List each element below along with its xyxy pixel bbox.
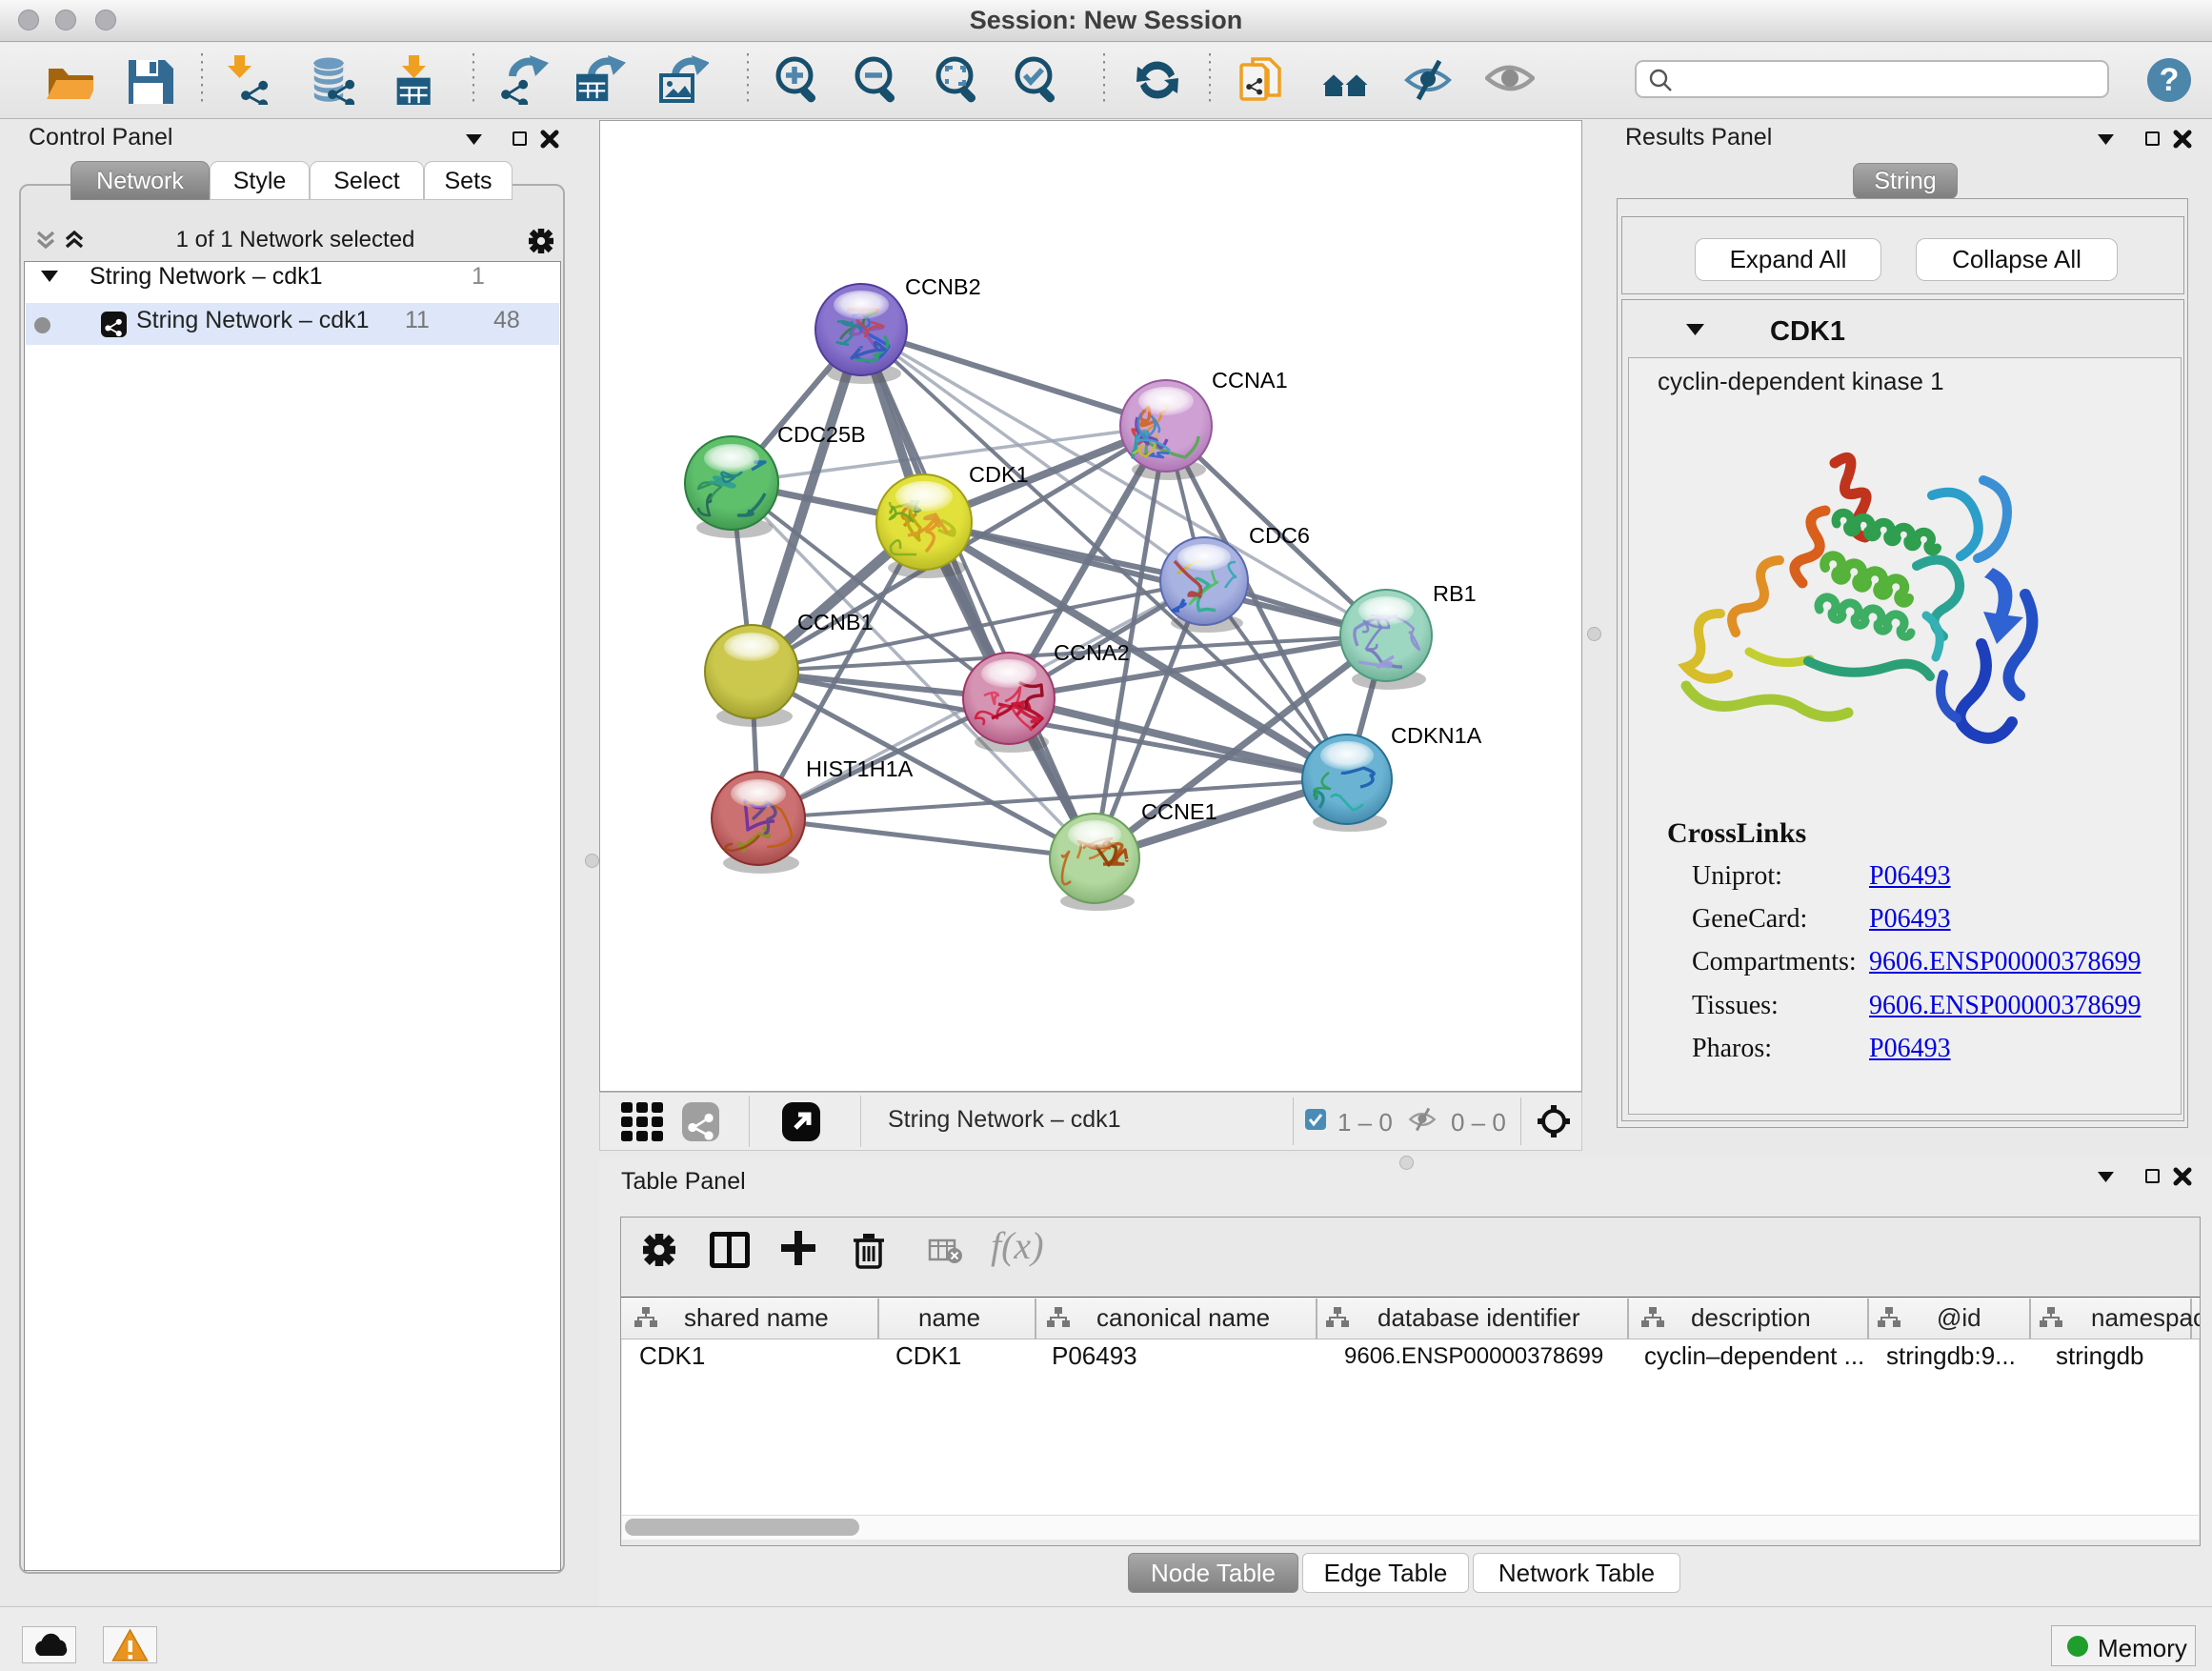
svg-text:CCNA1: CCNA1: [1212, 368, 1288, 393]
svg-text:CDKN1A: CDKN1A: [1391, 723, 1482, 748]
svg-text:HIST1H1A: HIST1H1A: [806, 756, 914, 781]
svg-text:CCNB2: CCNB2: [905, 274, 981, 299]
svg-text:CCNE1: CCNE1: [1141, 799, 1217, 824]
svg-text:RB1: RB1: [1433, 581, 1477, 606]
svg-text:CDC6: CDC6: [1249, 523, 1310, 548]
svg-text:CCNB1: CCNB1: [797, 610, 874, 634]
svg-text:CDK1: CDK1: [969, 462, 1029, 487]
svg-text:CDC25B: CDC25B: [777, 422, 866, 447]
svg-text:CCNA2: CCNA2: [1054, 640, 1130, 665]
